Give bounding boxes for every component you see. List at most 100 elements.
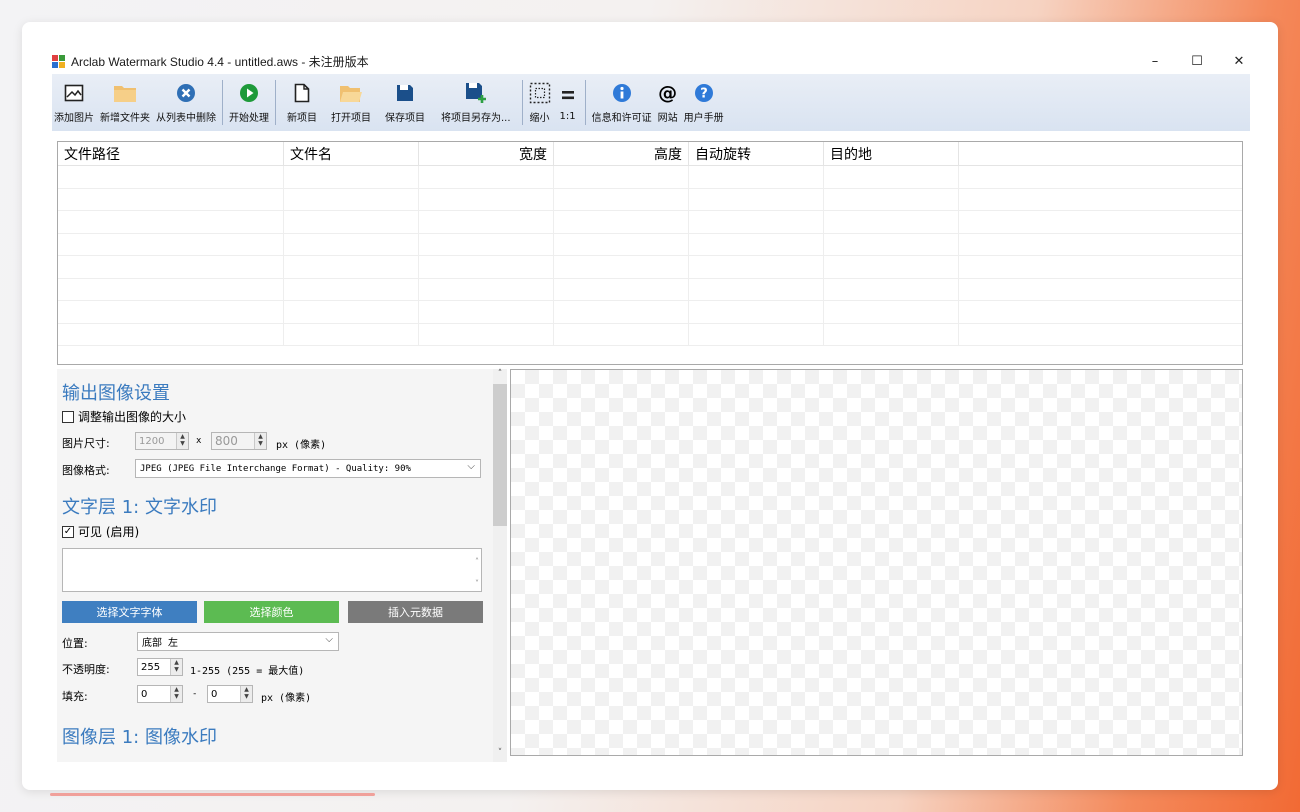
- shrink-button[interactable]: 缩小: [526, 74, 554, 131]
- add-folder-label: 新增文件夹: [100, 113, 150, 124]
- scroll-up-arrow[interactable]: ˄: [493, 369, 507, 383]
- minimize-button[interactable]: –: [1134, 48, 1176, 74]
- padding-y-stepper[interactable]: 0 ▲ ▼: [207, 685, 253, 703]
- maximize-button[interactable]: ☐: [1176, 48, 1218, 74]
- opacity-label: 不透明度:: [62, 663, 110, 676]
- actual-size-button[interactable]: 1:1: [554, 74, 582, 131]
- col-height[interactable]: 高度: [554, 142, 689, 165]
- visible-checkbox-row[interactable]: ✓ 可见 (启用): [62, 523, 139, 540]
- resize-checkbox[interactable]: [62, 410, 74, 423]
- height-spin-arrows[interactable]: ▲ ▼: [254, 433, 266, 449]
- list-row: [58, 323, 1242, 346]
- info-icon: [612, 81, 632, 105]
- toolbar-separator: [584, 80, 586, 125]
- info-license-button[interactable]: 信息和许可证: [589, 74, 655, 131]
- shrink-icon: [529, 81, 551, 105]
- start-processing-button[interactable]: 开始处理: [226, 74, 272, 131]
- website-label: 网站: [657, 113, 678, 124]
- decorative-underline: [50, 793, 375, 796]
- output-settings-title: 输出图像设置: [62, 383, 170, 404]
- file-list[interactable]: 文件路径 文件名 宽度 高度 自动旋转 目的地: [57, 141, 1243, 365]
- save-project-button[interactable]: 保存项目: [377, 74, 433, 131]
- folder-icon: [113, 81, 137, 105]
- padding-x-value: 0: [141, 688, 148, 700]
- position-select[interactable]: 底部 左 ⌵: [137, 632, 339, 651]
- col-auto-rotate[interactable]: 自动旋转: [689, 142, 824, 165]
- list-row: [58, 301, 1242, 324]
- start-label: 开始处理: [229, 113, 269, 124]
- list-row: [58, 166, 1242, 189]
- padding-unit-label: px (像素): [261, 693, 312, 704]
- user-manual-button[interactable]: ? 用户手册: [681, 74, 727, 131]
- padding-x-stepper[interactable]: 0 ▲ ▼: [137, 685, 183, 703]
- visible-label: 可见 (启用): [78, 525, 140, 539]
- image-format-select[interactable]: JPEG (JPEG File Interchange Format) - Qu…: [135, 459, 481, 478]
- info-label: 信息和许可证: [591, 113, 652, 124]
- height-stepper[interactable]: 800 ▲ ▼: [211, 432, 267, 450]
- select-font-button[interactable]: 选择文字字体: [62, 601, 197, 623]
- watermark-text-input[interactable]: ˄ ˅: [62, 548, 482, 592]
- times-label: x: [196, 436, 202, 446]
- equals-icon: [561, 83, 575, 107]
- window-controls: – ☐ ✕: [1134, 48, 1260, 74]
- padding-y-value: 0: [211, 688, 218, 700]
- preview-canvas[interactable]: [510, 369, 1243, 756]
- window-title: Arclab Watermark Studio 4.4 - untitled.a…: [71, 54, 369, 69]
- toolbar-separator: [521, 80, 523, 125]
- remove-label: 从列表中删除: [156, 113, 216, 124]
- new-file-icon: [294, 81, 310, 105]
- image-format-label: 图像格式:: [62, 464, 110, 477]
- list-row: [58, 233, 1242, 256]
- col-width[interactable]: 宽度: [419, 142, 554, 165]
- textarea-scroll-arrows[interactable]: ˄ ˅: [475, 551, 479, 595]
- insert-metadata-label: 插入元数据: [388, 606, 443, 619]
- settings-panel: 输出图像设置 调整输出图像的大小 图片尺寸: 1200 ▲ ▼ x 800 ▲ ▼ …: [57, 369, 493, 762]
- visible-checkbox[interactable]: ✓: [62, 525, 74, 538]
- padding-label: 填充:: [62, 690, 88, 703]
- scroll-thumb[interactable]: [493, 384, 507, 526]
- toolbar-separator: [275, 80, 276, 125]
- title-bar: Arclab Watermark Studio 4.4 - untitled.a…: [52, 48, 1250, 74]
- new-project-button[interactable]: 新项目: [279, 74, 325, 131]
- remove-from-list-button[interactable]: 从列表中删除: [153, 74, 219, 131]
- height-value: 800: [215, 434, 238, 448]
- website-button[interactable]: @ 网站: [655, 74, 681, 131]
- padding-x-spin-arrows[interactable]: ▲ ▼: [170, 686, 182, 702]
- actual-size-label: 1:1: [559, 111, 576, 122]
- svg-text:?: ?: [700, 87, 708, 102]
- opacity-stepper[interactable]: 255 ▲ ▼: [137, 658, 183, 676]
- remove-circle-icon: [176, 81, 196, 105]
- add-image-button[interactable]: 添加图片: [52, 74, 97, 131]
- col-file-name[interactable]: 文件名: [284, 142, 419, 165]
- width-stepper[interactable]: 1200 ▲ ▼: [135, 432, 189, 450]
- list-row: [58, 188, 1242, 211]
- select-color-button[interactable]: 选择颜色: [204, 601, 339, 623]
- list-row: [58, 256, 1242, 279]
- opacity-spin-arrows[interactable]: ▲ ▼: [170, 659, 182, 675]
- close-button[interactable]: ✕: [1218, 48, 1260, 74]
- col-destination[interactable]: 目的地: [824, 142, 959, 165]
- scroll-down-arrow[interactable]: ˅: [493, 748, 507, 762]
- image-icon: [64, 81, 84, 105]
- open-project-button[interactable]: 打开项目: [325, 74, 377, 131]
- add-folder-button[interactable]: 新增文件夹: [97, 74, 153, 131]
- toolbar: 添加图片 新增文件夹 从列表中删除 开始处理 新项目 打开项目 保存项目 将项目…: [52, 74, 1250, 131]
- chevron-down-icon: ⌵: [325, 634, 333, 645]
- insert-metadata-button[interactable]: 插入元数据: [348, 601, 483, 623]
- opacity-value: 255: [141, 661, 161, 673]
- save-project-as-button[interactable]: 将项目另存为...: [433, 74, 519, 131]
- save-project-label: 保存项目: [385, 113, 425, 124]
- padding-dash: -: [192, 689, 198, 699]
- col-file-path[interactable]: 文件路径: [58, 142, 284, 165]
- open-project-label: 打开项目: [331, 113, 371, 124]
- resize-label: 调整输出图像的大小: [78, 410, 187, 424]
- padding-y-spin-arrows[interactable]: ▲ ▼: [240, 686, 252, 702]
- resize-checkbox-row[interactable]: 调整输出图像的大小: [62, 408, 186, 425]
- toolbar-separator: [222, 80, 223, 125]
- manual-label: 用户手册: [683, 113, 724, 124]
- shrink-label: 缩小: [529, 113, 550, 124]
- new-project-label: 新项目: [287, 113, 317, 124]
- width-spin-arrows[interactable]: ▲ ▼: [176, 433, 188, 449]
- save-as-disk-icon: [465, 81, 487, 105]
- settings-scrollbar[interactable]: ˄ ˅: [493, 369, 507, 762]
